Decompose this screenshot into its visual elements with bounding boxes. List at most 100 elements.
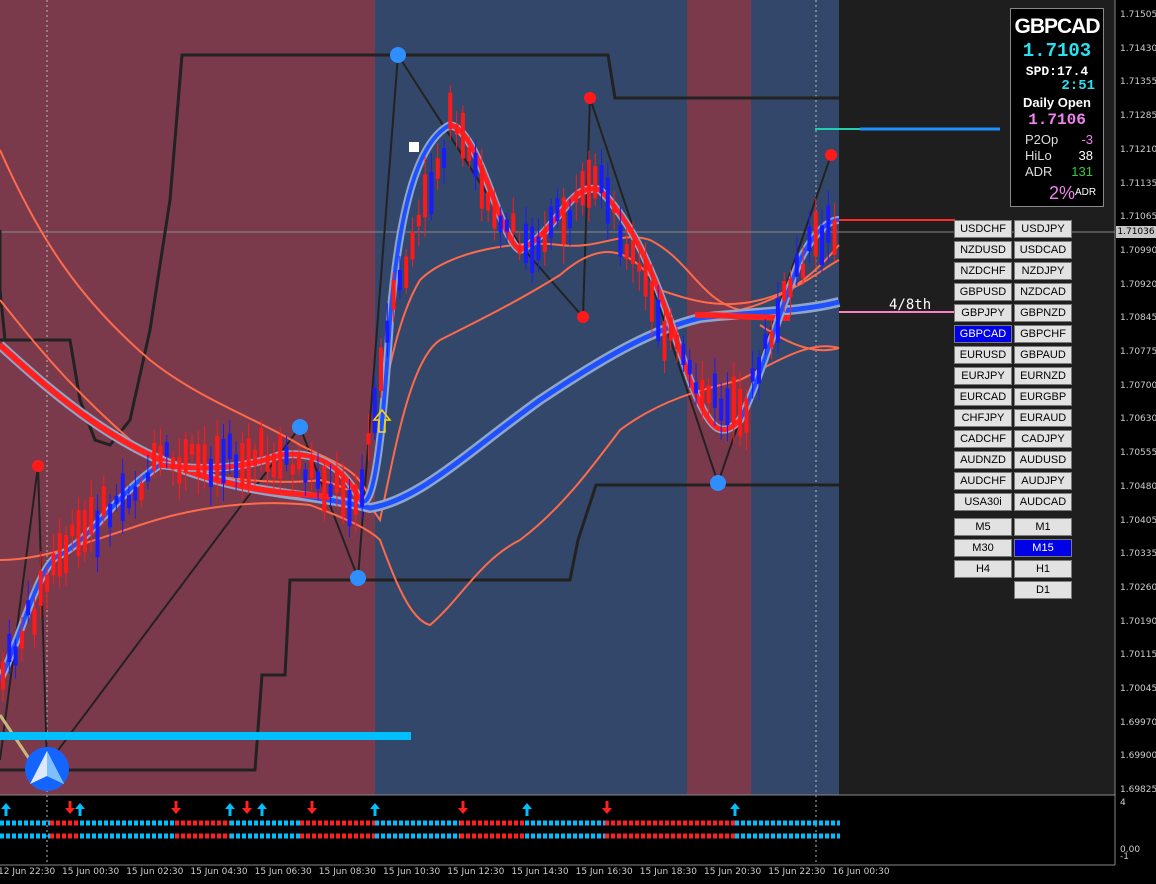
buy-signal-arrow-icon [257,803,267,816]
timeframe-button-h1[interactable]: H1 [1014,560,1072,578]
candle-body [328,483,333,497]
swing-high-dot [825,149,837,161]
indicator-window [0,801,840,839]
pair-button-nzdjpy[interactable]: NZDJPY [1014,262,1072,280]
candle-body [725,388,730,426]
pair-button-audnzd[interactable]: AUDNZD [954,451,1012,469]
symbol-info-panel: GBPCAD 1.7103 SPD:17.4 2:51 Daily Open 1… [1010,8,1104,207]
swing-dot [710,475,726,491]
pair-button-nzdusd[interactable]: NZDUSD [954,241,1012,259]
time-axis-label: 15 Jun 06:30 [254,867,312,877]
swing-high-dot [577,311,589,323]
candle-body [643,258,648,297]
price-axis-label: 1.71505 [1120,10,1156,20]
candle-body [76,509,81,557]
pair-button-gbpjpy[interactable]: GBPJPY [954,304,1012,322]
pair-button-eurjpy[interactable]: EURJPY [954,367,1012,385]
candle-body [568,210,572,228]
candle-body [498,215,503,233]
sell-signal-arrow-icon [171,801,181,814]
time-axis-label: 15 Jun 18:30 [639,867,697,877]
candle-body [782,280,787,301]
candle-body [183,439,188,473]
timeframe-button-m1[interactable]: M1 [1014,518,1072,536]
pair-button-audchf[interactable]: AUDCHF [954,472,1012,490]
timeframe-button-m15[interactable]: M15 [1014,539,1072,557]
pair-button-audusd[interactable]: AUDUSD [1014,451,1072,469]
candle-body [807,226,812,252]
candle-body [429,172,434,214]
pair-button-euraud[interactable]: EURAUD [1014,409,1072,427]
swing-high-dot [32,460,44,472]
pair-button-gbpchf[interactable]: GBPCHF [1014,325,1072,343]
candle-body [64,535,68,574]
candle-body [801,264,806,278]
price-axis-label: 1.70045 [1120,684,1156,694]
timeframe-button-d1[interactable]: D1 [1014,581,1072,599]
candle-body [580,171,585,206]
time-axis-label: 15 Jun 22:30 [768,867,826,877]
sell-signal-arrow-icon [458,801,468,814]
candle-body [196,443,201,477]
pair-button-gbpnzd[interactable]: GBPNZD [1014,304,1072,322]
pair-button-cadchf[interactable]: CADCHF [954,430,1012,448]
candle-body [788,278,793,298]
pair-button-usdcad[interactable]: USDCAD [1014,241,1072,259]
candle-body [360,469,365,508]
time-axis-label: 15 Jun 16:30 [575,867,633,877]
pair-button-gbpaud[interactable]: GBPAUD [1014,346,1072,364]
pair-button-audcad[interactable]: AUDCAD [1014,493,1072,511]
stat-value: 38 [1078,148,1093,163]
price-axis-label: 1.71065 [1120,212,1156,223]
candle-body [164,442,169,457]
price-axis-label: 1.70335 [1120,549,1156,560]
candle-body [467,147,472,162]
time-axis-label: 15 Jun 12:30 [447,867,505,877]
pair-button-usdchf[interactable]: USDCHF [954,220,1012,238]
candle-body [391,280,396,310]
candle-body [757,356,761,384]
candle-body [511,213,516,233]
timeframe-button-m5[interactable]: M5 [954,518,1012,536]
candle-body [152,442,157,471]
pair-button-audjpy[interactable]: AUDJPY [1014,472,1072,490]
candle-body [694,382,698,394]
candle-body [826,205,831,243]
pair-button-nzdchf[interactable]: NZDCHF [954,262,1012,280]
candle-body [253,449,257,466]
current-price-tag: 1.71036 [1116,226,1156,238]
time-axis-label: 15 Jun 14:30 [511,867,569,877]
price-axis-label: 1.70190 [1120,616,1156,627]
pair-button-usdjpy[interactable]: USDJPY [1014,220,1072,238]
pair-button-gbpusd[interactable]: GBPUSD [954,283,1012,301]
candle-body [813,211,818,257]
stat-label: HiLo [1025,148,1052,163]
candle-body [712,373,717,408]
time-axis-label: 15 Jun 20:30 [704,867,762,877]
pair-button-cadjpy[interactable]: CADJPY [1014,430,1072,448]
pair-button-gbpcad[interactable]: GBPCAD [954,325,1012,343]
candle-body [271,453,276,478]
pair-button-nzdcad[interactable]: NZDCAD [1014,283,1072,301]
candle-body [423,174,428,218]
candle-body [486,192,491,211]
pair-button-eurgbp[interactable]: EURGBP [1014,388,1072,406]
candle-body [190,443,194,456]
candle-body [290,464,295,475]
pair-button-eurnzd[interactable]: EURNZD [1014,367,1072,385]
pair-button-eurusd[interactable]: EURUSD [954,346,1012,364]
pair-button-usa30i[interactable]: USA30i [954,493,1012,511]
price-axis-label: 1.70555 [1120,448,1156,459]
candle-body [82,510,87,552]
candle-body [637,263,642,272]
candle-body [820,225,824,266]
pair-button-chfjpy[interactable]: CHFJPY [954,409,1012,427]
session-background [751,0,839,795]
pair-button-eurcad[interactable]: EURCAD [954,388,1012,406]
timeframe-button-h4[interactable]: H4 [954,560,1012,578]
candle-body [1,661,5,690]
price-axis-label: 1.69970 [1120,717,1156,728]
candle-body [473,152,478,178]
candle-timer: 2:51 [1061,78,1095,94]
timeframe-button-m30[interactable]: M30 [954,539,1012,557]
